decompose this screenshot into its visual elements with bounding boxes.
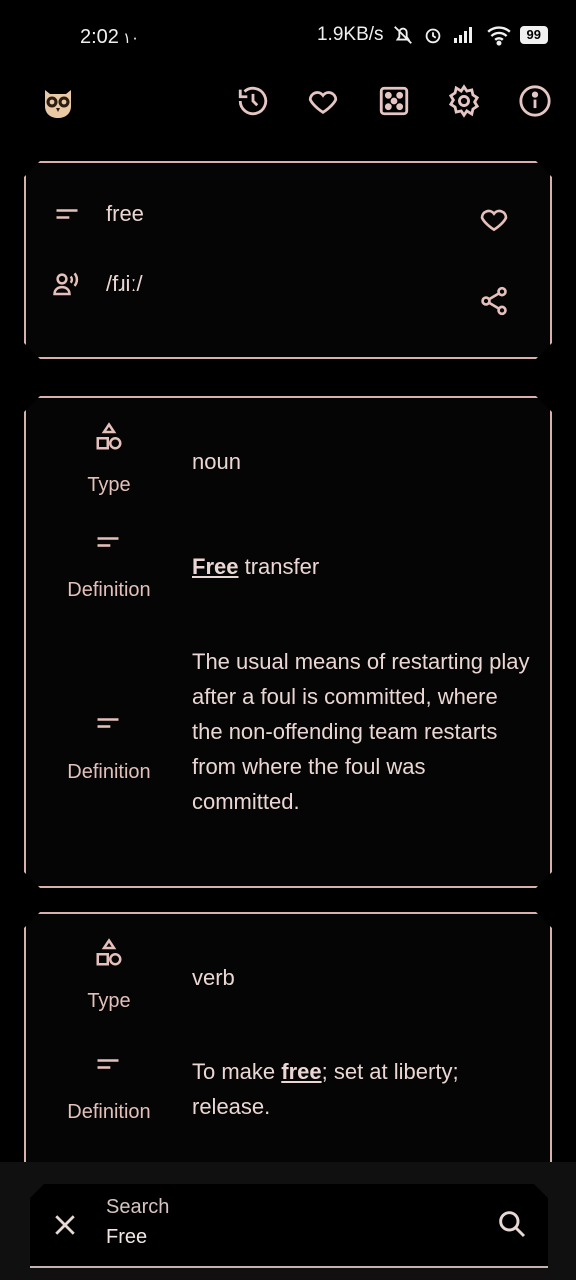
favorites-heart-icon[interactable] bbox=[306, 84, 342, 120]
short-text-icon bbox=[94, 528, 124, 558]
shapes-icon bbox=[94, 422, 124, 452]
definition-bold-word[interactable]: free bbox=[281, 1059, 321, 1084]
definition-text: The usual means of restarting play after… bbox=[192, 649, 530, 814]
word-text: free bbox=[106, 201, 144, 226]
clock-text: 2:02 bbox=[80, 26, 119, 48]
type-value: noun bbox=[192, 449, 241, 474]
settings-icon[interactable] bbox=[447, 84, 483, 120]
share-icon[interactable] bbox=[478, 285, 512, 319]
type-label: Type bbox=[87, 474, 131, 496]
clock-extra-text: ١٠ bbox=[122, 30, 140, 47]
word-card: free /fɹiː/ bbox=[24, 161, 552, 359]
close-icon[interactable] bbox=[50, 1210, 80, 1240]
definition-label: Definition bbox=[67, 761, 151, 783]
pronunciation-row: /fɹiː/ bbox=[52, 269, 143, 299]
search-field[interactable]: Search Free bbox=[30, 1184, 548, 1268]
type-value: verb bbox=[192, 965, 235, 990]
history-icon[interactable] bbox=[236, 84, 272, 120]
search-input[interactable]: Free bbox=[106, 1226, 147, 1249]
battery-icon: 99 bbox=[519, 26, 548, 44]
definition-label: Definition bbox=[67, 1101, 151, 1123]
search-icon[interactable] bbox=[496, 1208, 528, 1240]
status-icons: 1.9KB/s 99 bbox=[317, 24, 548, 46]
status-time: 2:02 ١٠ bbox=[80, 26, 139, 49]
type-label: Type bbox=[87, 990, 131, 1012]
definition-text: To make free; set at liberty; release. bbox=[192, 1054, 532, 1124]
definition-rest: transfer bbox=[238, 554, 320, 579]
definition-bold-word[interactable]: Free bbox=[192, 554, 238, 579]
pronunciation-text: /fɹiː/ bbox=[106, 271, 143, 296]
word-row: free bbox=[52, 199, 144, 229]
favorite-word-heart-icon[interactable] bbox=[478, 203, 512, 237]
definition-label: Definition bbox=[67, 579, 151, 601]
wifi-icon bbox=[486, 24, 512, 46]
search-label: Search bbox=[106, 1196, 170, 1218]
status-bar: 2:02 ١٠ 1.9KB/s 99 bbox=[0, 0, 576, 76]
mute-icon bbox=[392, 24, 414, 46]
entry-card-noun: Type noun Definition Free transfer Defin… bbox=[24, 396, 552, 888]
bottom-search-panel: Search Free bbox=[0, 1162, 576, 1280]
short-text-icon bbox=[52, 199, 82, 229]
short-text-icon bbox=[94, 1050, 124, 1080]
dice-icon[interactable] bbox=[377, 84, 413, 120]
net-speed: 1.9KB/s bbox=[316, 24, 384, 45]
speaker-voice-icon[interactable] bbox=[52, 269, 82, 299]
info-icon[interactable] bbox=[518, 84, 554, 120]
entry-card-verb: Type verb Definition To make free; set a… bbox=[24, 912, 552, 1202]
alarm-icon bbox=[422, 24, 444, 46]
owl-logo-icon bbox=[40, 84, 76, 120]
app-bar bbox=[0, 76, 576, 130]
definition-text: Free transfer bbox=[192, 549, 532, 584]
definition-prefix: To make bbox=[192, 1059, 282, 1084]
short-text-icon bbox=[94, 709, 124, 739]
shapes-icon bbox=[94, 938, 124, 968]
signal-icon bbox=[452, 25, 478, 45]
